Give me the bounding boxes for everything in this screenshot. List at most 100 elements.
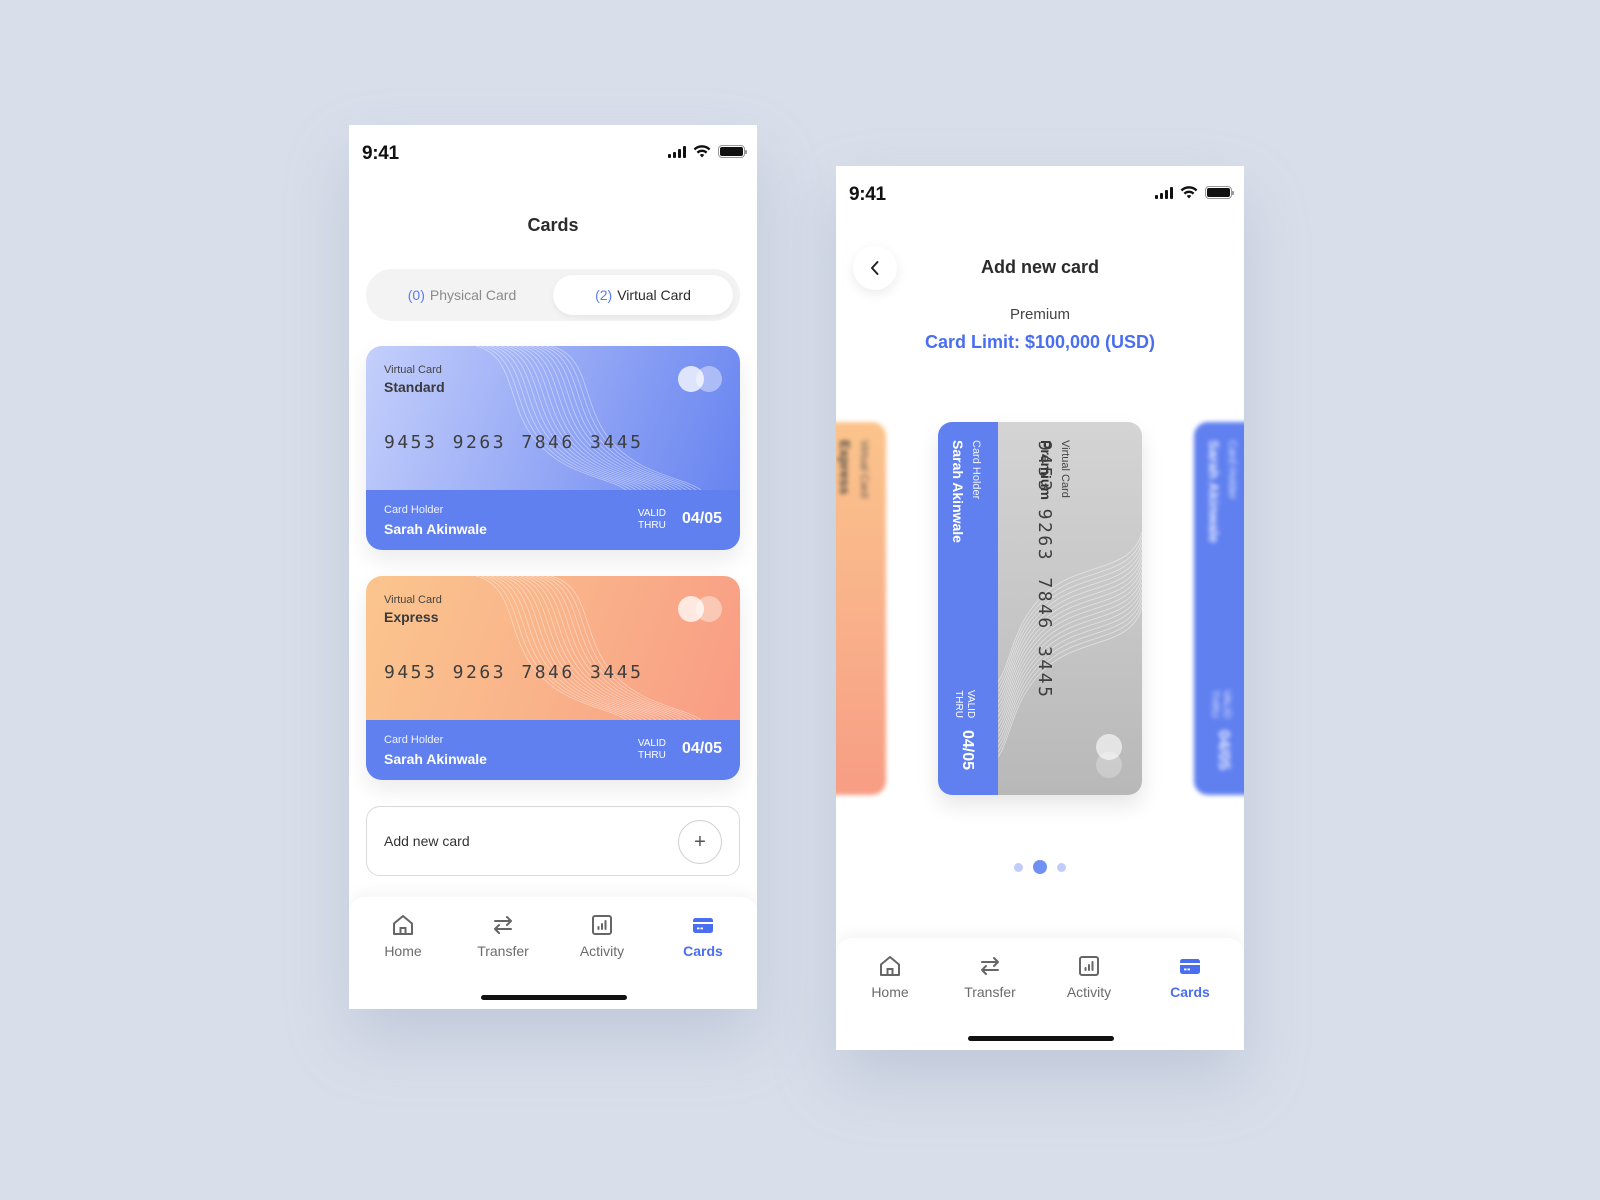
status-bar: 9:41	[836, 166, 1244, 222]
wave-line	[540, 576, 692, 720]
tab-home[interactable]: Home	[358, 912, 448, 962]
signal-icon	[668, 145, 686, 158]
tab-label: Cards	[1170, 984, 1210, 1000]
tab-label: Transfer	[477, 943, 529, 959]
tab-activity[interactable]: Activity	[557, 912, 647, 962]
card-holder-label: Card Holder	[970, 440, 982, 500]
valid-label: VALID	[637, 508, 666, 519]
segment-physical-card[interactable]: (0) Physical Card	[374, 275, 550, 315]
tab-transfer[interactable]: Transfer	[945, 953, 1035, 1003]
wave-line	[535, 576, 687, 720]
card-holder-label: Card Holder	[1226, 440, 1238, 500]
add-new-card-label: Add new card	[384, 833, 470, 849]
wave-line	[540, 346, 692, 490]
card-standard[interactable]: Virtual Card Standard 9453 9263 7846 344…	[366, 346, 740, 550]
valid-thru-label: VALID THRU	[638, 738, 666, 762]
card-type-label: Virtual Card	[858, 440, 870, 498]
home-indicator[interactable]	[968, 1036, 1114, 1041]
credit-card-icon	[1180, 959, 1200, 974]
tab-label: Cards	[683, 943, 723, 959]
wifi-icon	[693, 145, 711, 158]
status-bar: 9:41	[349, 125, 757, 181]
carousel-card-previous[interactable]: Virtual Card Express	[836, 422, 886, 795]
valid-label: VALID	[637, 738, 666, 749]
physical-card-count: (0)	[407, 287, 425, 303]
pagination-dot-3[interactable]	[1057, 862, 1066, 872]
credit-card-icon	[693, 918, 713, 933]
wifi-icon	[1180, 186, 1198, 199]
wave-line	[545, 576, 697, 720]
card-expiry: 04/05	[1215, 730, 1232, 771]
home-icon	[880, 956, 900, 976]
wave-line	[998, 591, 1142, 743]
bar-chart-icon	[1079, 956, 1099, 976]
tab-bar: Home Transfer Activity Cards	[836, 938, 1244, 1050]
card-network-logo-icon	[678, 596, 722, 622]
card-limit: Card Limit: $100,000 (USD)	[924, 332, 1156, 352]
tab-bar: Home Transfer Activity Cards	[349, 897, 757, 1009]
card-type-label: Virtual Card	[1059, 440, 1071, 498]
card-type-segmented-control: (0) Physical Card (2) Virtual Card	[366, 269, 740, 321]
transfer-arrows-icon	[981, 957, 999, 975]
battery-icon	[718, 145, 747, 158]
card-network-logo-icon	[1096, 734, 1122, 778]
wave-line	[525, 576, 677, 720]
valid-label: VALID	[1221, 690, 1232, 719]
plus-symbol: +	[694, 830, 706, 853]
wave-line	[998, 586, 1142, 738]
tab-label: Home	[384, 943, 422, 959]
valid-thru-label: VALID THRU	[952, 690, 976, 718]
page-title: Cards	[527, 215, 579, 235]
card-type-label: Virtual Card	[384, 594, 442, 606]
tab-cards[interactable]: Cards	[1145, 953, 1235, 1003]
card-network-logo-icon	[678, 366, 722, 392]
pagination-dot-1[interactable]	[1014, 862, 1023, 872]
bar-chart-icon	[592, 915, 612, 935]
tab-label: Transfer	[964, 984, 1016, 1000]
card-holder-label: Card Holder	[384, 504, 444, 516]
plan-name: Premium	[1009, 306, 1070, 323]
card-type-label: Virtual Card	[384, 364, 442, 376]
card-holder-name: Sarah Akinwale	[1206, 440, 1222, 543]
wave-line	[998, 601, 1142, 753]
carousel-card-premium[interactable]: Virtual Card Premium 9453 9263 7846 3445…	[938, 422, 1142, 795]
signal-icon	[1155, 186, 1173, 199]
tab-transfer[interactable]: Transfer	[458, 912, 548, 962]
thru-label: THRU	[953, 690, 964, 718]
carousel-pagination	[836, 860, 1244, 874]
card-number: 9453 9263 7846 3445	[384, 432, 644, 453]
wave-line	[998, 581, 1142, 733]
card-face: Virtual Card Express 9453 9263 7846 3445	[366, 576, 740, 720]
add-new-card-button[interactable]: Add new card +	[366, 806, 740, 876]
pagination-dot-2[interactable]	[1033, 860, 1047, 874]
tab-label: Home	[871, 984, 909, 1000]
thru-label: THRU	[638, 520, 666, 531]
cards-screen: 9:41 Cards (0) Physical Card (2) Virtual…	[349, 125, 757, 1009]
card-holder-name: Sarah Akinwale	[384, 751, 487, 767]
status-time: 9:41	[362, 143, 399, 164]
card-expiry: 04/05	[959, 730, 976, 771]
card-holder-name: Sarah Akinwale	[950, 440, 966, 543]
wave-line	[998, 596, 1142, 748]
plus-icon[interactable]: +	[678, 820, 722, 864]
tab-label: Activity	[1066, 984, 1112, 1000]
card-holder-name: Sarah Akinwale	[384, 521, 487, 537]
tab-cards[interactable]: Cards	[658, 912, 748, 962]
card-holder-label: Card Holder	[384, 734, 444, 746]
carousel-card-next[interactable]: Card Holder Sarah Akinwale VALID THRU 04…	[1194, 422, 1244, 795]
tab-home[interactable]: Home	[845, 953, 935, 1003]
status-time: 9:41	[849, 184, 886, 205]
home-indicator[interactable]	[481, 995, 627, 1000]
segment-label: Physical Card	[429, 287, 517, 303]
valid-thru-label: VALID THRU	[638, 508, 666, 532]
card-holder-strip: Card Holder Sarah Akinwale VALID THRU 04…	[366, 490, 740, 550]
page-title: Add new card	[980, 257, 1100, 277]
card-type-name: Standard	[384, 379, 445, 395]
card-type-name: Express	[384, 609, 439, 625]
card-express[interactable]: Virtual Card Express 9453 9263 7846 3445…	[366, 576, 740, 780]
valid-label: VALID	[965, 690, 976, 719]
segment-virtual-card[interactable]: (2) Virtual Card	[553, 275, 733, 315]
wave-line	[530, 346, 682, 490]
tab-activity[interactable]: Activity	[1044, 953, 1134, 1003]
valid-thru-label: VALID THRU	[1208, 690, 1232, 718]
